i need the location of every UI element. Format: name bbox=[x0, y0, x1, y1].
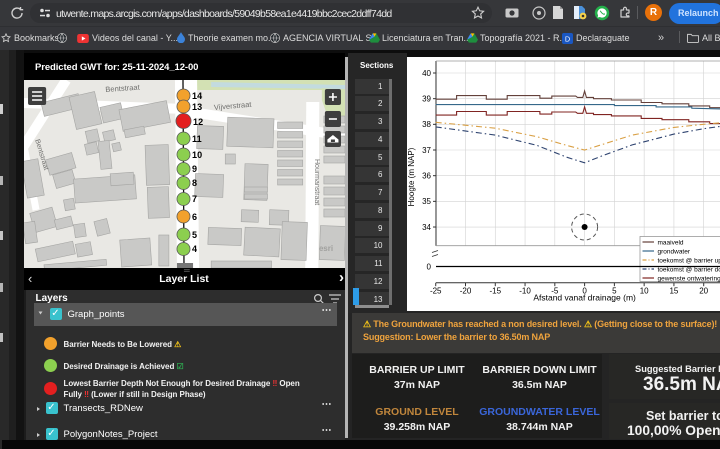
svg-text:6: 6 bbox=[192, 212, 197, 222]
svg-text:9: 9 bbox=[192, 164, 197, 174]
svg-text:38: 38 bbox=[422, 120, 431, 129]
svg-text:14: 14 bbox=[192, 91, 202, 101]
svg-text:4: 4 bbox=[192, 244, 197, 254]
svg-text:11: 11 bbox=[192, 134, 202, 144]
svg-text:-15: -15 bbox=[489, 287, 501, 296]
svg-text:37: 37 bbox=[422, 146, 431, 155]
svg-text:toekomst @ barrier do: toekomst @ barrier do bbox=[658, 267, 720, 274]
svg-text:-10: -10 bbox=[519, 287, 531, 296]
svg-text:15: 15 bbox=[669, 287, 678, 296]
svg-text:grondwater: grondwater bbox=[658, 249, 691, 256]
svg-text:gewenste ontwatering: gewenste ontwatering bbox=[658, 276, 720, 283]
svg-text:10: 10 bbox=[192, 150, 202, 160]
svg-text:8: 8 bbox=[192, 178, 197, 188]
svg-text:0: 0 bbox=[427, 262, 432, 271]
svg-text:toekomst @ barrier up: toekomst @ barrier up bbox=[658, 258, 720, 265]
svg-text:7: 7 bbox=[192, 194, 197, 204]
svg-text:Afstand vanaf drainage (m): Afstand vanaf drainage (m) bbox=[533, 293, 636, 303]
svg-text:maaiveld: maaiveld bbox=[658, 240, 684, 247]
svg-text:10: 10 bbox=[640, 287, 649, 296]
svg-text:34: 34 bbox=[422, 223, 431, 232]
svg-text:5: 5 bbox=[192, 230, 197, 240]
svg-text:20: 20 bbox=[699, 287, 708, 296]
svg-text:39: 39 bbox=[422, 94, 431, 103]
svg-text:Hoogte (m NAP): Hoogte (m NAP) bbox=[407, 147, 416, 206]
svg-text:D: D bbox=[565, 34, 570, 43]
svg-text:35: 35 bbox=[422, 197, 431, 206]
svg-text:-25: -25 bbox=[430, 287, 442, 296]
svg-text:Hourmanstraat: Hourmanstraat bbox=[313, 159, 320, 205]
svg-text:12: 12 bbox=[193, 117, 203, 127]
svg-text:esri: esri bbox=[319, 244, 333, 253]
svg-text:36: 36 bbox=[422, 171, 431, 180]
svg-text:40: 40 bbox=[422, 69, 431, 78]
svg-text:-20: -20 bbox=[460, 287, 472, 296]
svg-text:13: 13 bbox=[192, 102, 202, 112]
